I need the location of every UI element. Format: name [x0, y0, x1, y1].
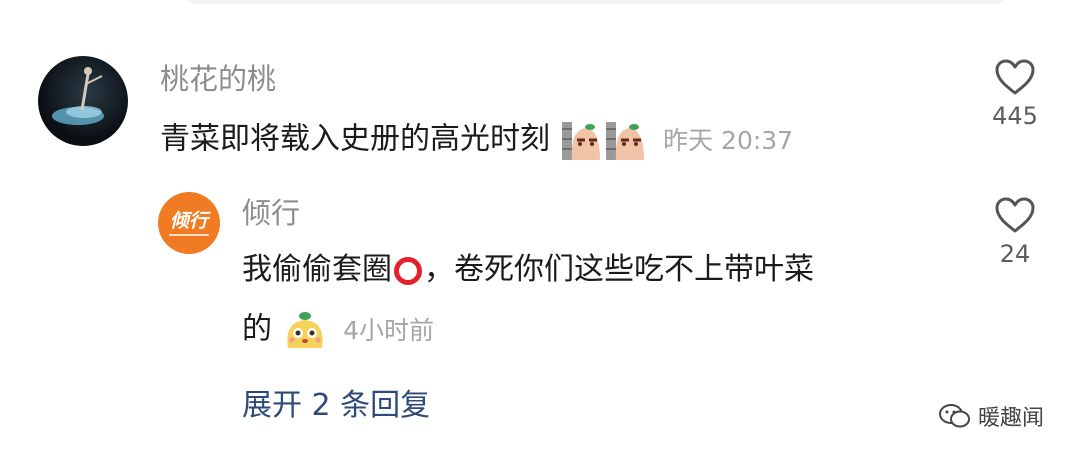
like-button[interactable]: 24	[984, 196, 1046, 268]
watermark-text: 暖趣闻	[977, 406, 1044, 431]
comment-time: 昨天 20:37	[663, 125, 794, 155]
dancer-photo	[52, 67, 104, 125]
comment-body: 青菜即将载入史册的高光时刻 昨天 20:37	[160, 118, 793, 162]
reply-text-part-3: 的	[242, 311, 272, 347]
reply-time: 4小时前	[343, 315, 434, 345]
red-circle-icon	[394, 256, 422, 285]
expand-replies-link[interactable]: 展开 2 条回复	[242, 388, 430, 424]
potato-peek-icon	[605, 122, 644, 160]
watermark: 暖趣闻	[938, 400, 1044, 432]
reply-line-2: 的 4小时前	[242, 308, 434, 352]
potato-peek-icon	[561, 122, 600, 160]
like-count: 445	[992, 102, 1038, 130]
reply-line-1: 我偷偷套圈 ，卷死你们这些吃不上带叶菜	[242, 252, 814, 288]
dog-face-icon	[286, 312, 323, 348]
reply-text-part-2: ，卷死你们这些吃不上带叶菜	[424, 252, 814, 287]
avatar-logo-line	[169, 233, 209, 236]
like-count: 24	[999, 240, 1031, 268]
comment-author[interactable]: 桃花的桃	[160, 62, 276, 96]
avatar[interactable]	[38, 56, 128, 146]
reply-author[interactable]: 倾行	[242, 196, 300, 230]
heart-icon	[995, 59, 1035, 95]
avatar[interactable]: 倾行	[158, 192, 220, 254]
comment-text: 青菜即将载入史册的高光时刻	[160, 121, 550, 157]
avatar-logo-text: 倾行	[169, 209, 208, 232]
like-button[interactable]: 445	[984, 58, 1046, 130]
heart-icon	[995, 197, 1035, 233]
wechat-icon	[938, 404, 970, 428]
reply-text-part-1: 我偷偷套圈	[242, 252, 392, 287]
search-bar-fragment	[180, 0, 1010, 4]
